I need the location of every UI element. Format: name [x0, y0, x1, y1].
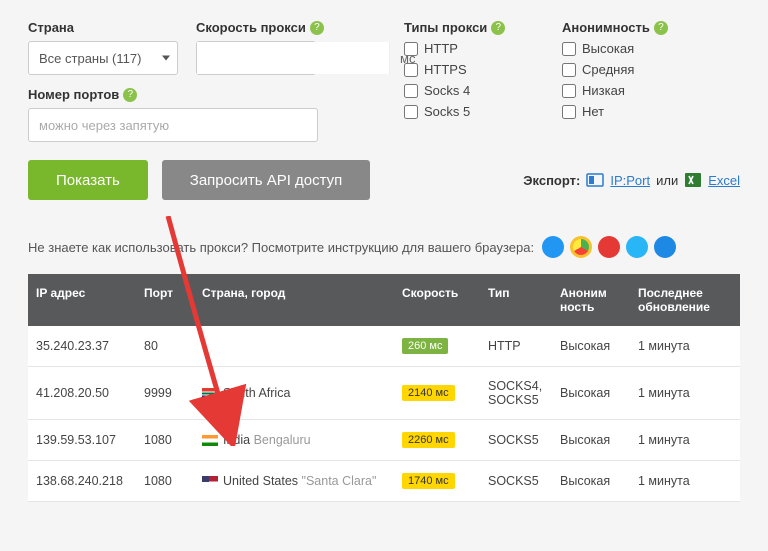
ie-icon[interactable]	[654, 236, 676, 258]
help-icon: ?	[654, 21, 668, 35]
cell-ip: 41.208.20.50	[28, 374, 136, 412]
th-type[interactable]: Тип	[480, 274, 552, 326]
safari-icon[interactable]	[626, 236, 648, 258]
th-update[interactable]: Последнее обновление	[630, 274, 734, 326]
cell-type: SOCKS4, SOCKS5	[480, 367, 552, 419]
anon-mid-checkbox[interactable]	[562, 63, 576, 77]
excel-icon	[684, 171, 702, 189]
table-row: 41.208.20.509999South Africa2140 мсSOCKS…	[28, 367, 740, 420]
cell-port: 1080	[136, 462, 194, 500]
cell-update: 1 минута	[630, 374, 734, 412]
export-ipport-link[interactable]: IP:Port	[610, 173, 650, 188]
cell-port: 9999	[136, 374, 194, 412]
cell-ip: 139.59.53.107	[28, 421, 136, 459]
cell-speed: 2260 мс	[394, 420, 480, 460]
cell-ip: 138.68.240.218	[28, 462, 136, 500]
cell-country: South Africa	[194, 374, 394, 412]
cell-ip: 35.240.23.37	[28, 327, 136, 365]
anon-label: Анонимность ?	[562, 20, 692, 35]
table-row: 139.59.53.1071080India Bengaluru2260 мсS…	[28, 420, 740, 461]
type-https-checkbox[interactable]	[404, 63, 418, 77]
chevron-down-icon	[162, 56, 170, 61]
cell-country: United States "Santa Clara"	[194, 462, 394, 500]
th-ip[interactable]: IP адрес	[28, 274, 136, 326]
th-anon[interactable]: Аноним ность	[552, 274, 630, 326]
cell-anon: Высокая	[552, 421, 630, 459]
cell-port: 80	[136, 327, 194, 365]
flag-icon	[202, 388, 218, 399]
help-icon: ?	[123, 88, 137, 102]
speed-label: Скорость прокси ?	[196, 20, 326, 35]
export-or: или	[656, 173, 678, 188]
flag-icon	[202, 435, 218, 446]
show-button[interactable]: Показать	[28, 160, 148, 200]
types-label: Типы прокси ?	[404, 20, 544, 35]
cell-port: 1080	[136, 421, 194, 459]
ports-label: Номер портов ?	[28, 87, 178, 102]
th-port[interactable]: Порт	[136, 274, 194, 326]
cell-update: 1 минута	[630, 421, 734, 459]
anon-no-checkbox[interactable]	[562, 105, 576, 119]
api-button[interactable]: Запросить API доступ	[162, 160, 371, 200]
table-row: 35.240.23.3780 260 мсHTTPВысокая1 минута	[28, 326, 740, 367]
cell-speed: 1740 мс	[394, 461, 480, 501]
type-http-checkbox[interactable]	[404, 42, 418, 56]
cell-speed: 260 мс	[394, 326, 480, 366]
country-select[interactable]: Все страны (117)	[28, 41, 178, 75]
speed-input[interactable]	[197, 42, 389, 74]
opera-icon[interactable]	[598, 236, 620, 258]
country-label: Страна	[28, 20, 178, 35]
type-socks4-checkbox[interactable]	[404, 84, 418, 98]
firefox-icon[interactable]	[542, 236, 564, 258]
cell-type: SOCKS5	[480, 421, 552, 459]
cell-speed: 2140 мс	[394, 373, 480, 413]
th-country[interactable]: Страна, город	[194, 274, 394, 326]
cell-anon: Высокая	[552, 327, 630, 365]
help-icon: ?	[491, 21, 505, 35]
type-socks5-checkbox[interactable]	[404, 105, 418, 119]
cell-update: 1 минута	[630, 327, 734, 365]
th-speed[interactable]: Скорость	[394, 274, 480, 326]
cell-anon: Высокая	[552, 374, 630, 412]
cell-type: SOCKS5	[480, 462, 552, 500]
cell-country	[194, 334, 394, 358]
chrome-icon[interactable]	[570, 236, 592, 258]
ipport-icon	[586, 171, 604, 189]
anon-high-checkbox[interactable]	[562, 42, 576, 56]
export-label: Экспорт:	[523, 173, 580, 188]
flag-icon	[202, 476, 218, 487]
cell-update: 1 минута	[630, 462, 734, 500]
anon-low-checkbox[interactable]	[562, 84, 576, 98]
cell-anon: Высокая	[552, 462, 630, 500]
export-excel-link[interactable]: Excel	[708, 173, 740, 188]
cell-country: India Bengaluru	[194, 421, 394, 459]
proxy-table: IP адрес Порт Страна, город Скорость Тип…	[28, 274, 740, 502]
instruction-text: Не знаете как использовать прокси? Посмо…	[28, 240, 534, 255]
cell-type: HTTP	[480, 327, 552, 365]
help-icon: ?	[310, 21, 324, 35]
table-row: 138.68.240.2181080United States "Santa C…	[28, 461, 740, 502]
